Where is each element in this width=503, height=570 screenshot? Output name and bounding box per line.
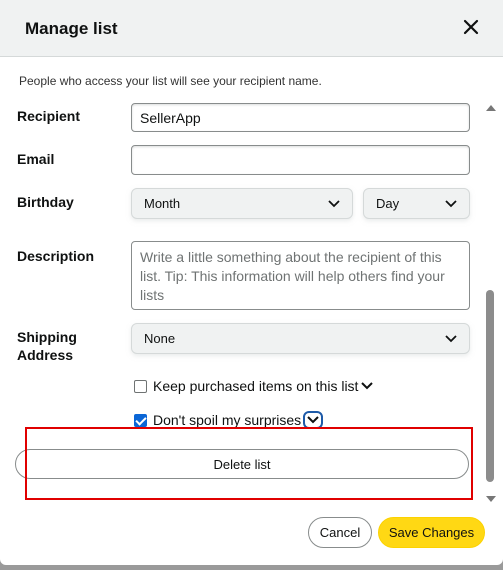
keep-purchased-checkbox[interactable]	[134, 379, 147, 393]
dialog-footer: Cancel Save Changes	[0, 507, 503, 565]
highlight-box	[25, 427, 473, 500]
shipping-address-label: Shipping Address	[17, 328, 77, 364]
dont-spoil-label: Don't spoil my surprises	[153, 412, 302, 428]
scrollbar[interactable]	[483, 100, 497, 505]
recipient-input[interactable]: SellerApp	[131, 103, 470, 132]
recipient-label: Recipient	[17, 108, 81, 124]
shipping-address-select[interactable]: None	[131, 323, 470, 354]
shipping-label-line1: Shipping	[17, 329, 77, 345]
keep-purchased-label: Keep purchased items on this list	[153, 378, 359, 394]
close-icon[interactable]	[461, 17, 481, 37]
shipping-label-line2: Address	[17, 347, 74, 363]
day-value: Day	[376, 196, 400, 211]
dialog-title: Manage list	[25, 19, 118, 38]
scroll-down-arrow-icon[interactable]	[486, 496, 496, 502]
description-textarea[interactable]: Write a little something about the recip…	[131, 241, 470, 310]
privacy-note: People who access your list will see you…	[19, 74, 322, 88]
scroll-up-arrow-icon[interactable]	[486, 105, 496, 111]
birthday-day-select[interactable]: Day	[363, 188, 470, 219]
description-label: Description	[17, 248, 95, 264]
chevron-down-icon	[328, 199, 340, 207]
description-placeholder: Write a little something about the recip…	[140, 249, 445, 303]
cancel-label: Cancel	[319, 525, 361, 540]
manage-list-dialog: Manage list People who access your list …	[0, 0, 503, 565]
email-label: Email	[17, 151, 55, 167]
shipping-value: None	[144, 331, 176, 346]
chevron-down-icon	[307, 416, 319, 424]
dialog-header: Manage list	[0, 0, 503, 57]
chevron-down-icon	[445, 199, 457, 207]
chevron-down-icon[interactable]	[360, 381, 374, 391]
save-changes-label: Save Changes	[388, 525, 475, 540]
month-value: Month	[144, 196, 181, 211]
save-changes-button[interactable]: Save Changes	[378, 517, 485, 548]
scrollbar-thumb[interactable]	[486, 290, 494, 482]
chevron-down-icon	[445, 334, 457, 342]
keep-purchased-row: Keep purchased items on this list	[134, 378, 374, 394]
email-input[interactable]	[131, 145, 470, 175]
birthday-label: Birthday	[17, 194, 74, 210]
dont-spoil-checkbox[interactable]	[134, 413, 147, 427]
recipient-value: SellerApp	[140, 109, 201, 126]
birthday-month-select[interactable]: Month	[131, 188, 353, 219]
cancel-button[interactable]: Cancel	[308, 517, 372, 548]
